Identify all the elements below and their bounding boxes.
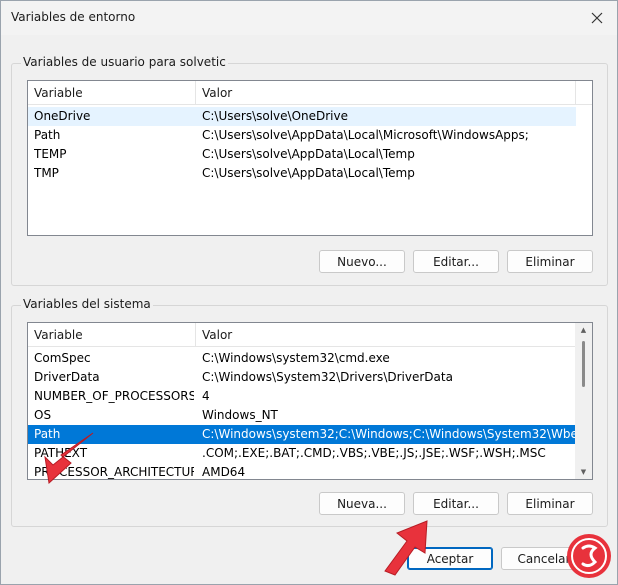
list-item[interactable]: PROCESSOR_ARCHITECTURE AMD64 bbox=[28, 463, 576, 479]
variable-name: NUMBER_OF_PROCESSORS bbox=[34, 389, 194, 403]
column-header-variable[interactable]: Variable bbox=[28, 81, 196, 105]
close-icon bbox=[591, 12, 603, 24]
user-delete-button[interactable]: Eliminar bbox=[507, 250, 593, 273]
list-item-selected[interactable]: Path C:\Windows\system32;C:\Windows;C:\W… bbox=[28, 425, 582, 444]
list-item[interactable]: OS Windows_NT bbox=[28, 406, 576, 425]
variable-value: Windows_NT bbox=[202, 408, 278, 422]
user-variables-group: Variables de usuario para solvetic Varia… bbox=[11, 55, 608, 286]
column-header-value[interactable]: Valor bbox=[196, 323, 576, 347]
list-item[interactable]: ComSpec C:\Windows\system32\cmd.exe bbox=[28, 349, 576, 368]
user-edit-button[interactable]: Editar... bbox=[413, 250, 499, 273]
chevron-up-icon[interactable]: ▲ bbox=[575, 323, 592, 337]
variable-value: C:\Users\solve\AppData\Local\Temp bbox=[202, 147, 415, 161]
variable-value: C:\Users\solve\OneDrive bbox=[202, 109, 348, 123]
title-bar: Variables de entorno bbox=[1, 1, 617, 35]
variable-name: Path bbox=[34, 427, 61, 441]
column-header-variable[interactable]: Variable bbox=[28, 323, 196, 347]
close-button[interactable] bbox=[577, 1, 617, 35]
variable-name: OS bbox=[34, 408, 52, 422]
user-new-button[interactable]: Nuevo... bbox=[319, 250, 405, 273]
variable-value: C:\Windows\System32\Drivers\DriverData bbox=[202, 370, 453, 384]
variable-name: OneDrive bbox=[34, 109, 91, 123]
system-new-button[interactable]: Nueva... bbox=[319, 492, 405, 515]
list-item[interactable]: NUMBER_OF_PROCESSORS 4 bbox=[28, 387, 576, 406]
variable-name: TMP bbox=[34, 166, 59, 180]
list-item[interactable]: TMP C:\Users\solve\AppData\Local\Temp bbox=[28, 164, 576, 183]
ok-button[interactable]: Aceptar bbox=[407, 547, 493, 570]
variable-value: C:\Windows\system32;C:\Windows;C:\Window… bbox=[202, 427, 582, 441]
variable-value: AMD64 bbox=[202, 465, 246, 479]
system-variables-list[interactable]: Variable Valor ComSpec C:\Windows\system… bbox=[27, 322, 593, 480]
variable-name: DriverData bbox=[34, 370, 100, 384]
column-header-value[interactable]: Valor bbox=[196, 81, 576, 105]
list-item[interactable]: PATHEXT .COM;.EXE;.BAT;.CMD;.VBS;.VBE;.J… bbox=[28, 444, 576, 463]
variable-name: PROCESSOR_ARCHITECTURE bbox=[34, 465, 194, 479]
variable-name: ComSpec bbox=[34, 351, 91, 365]
variable-name: TEMP bbox=[34, 147, 67, 161]
list-item[interactable]: DriverData C:\Windows\System32\Drivers\D… bbox=[28, 368, 576, 387]
system-variables-group-title: Variables del sistema bbox=[21, 297, 153, 311]
variable-value: C:\Users\solve\AppData\Local\Microsoft\W… bbox=[202, 128, 529, 142]
vertical-scrollbar[interactable]: ▲ ▼ bbox=[575, 323, 592, 479]
user-variables-list-header: Variable Valor bbox=[28, 81, 592, 105]
variable-name: PATHEXT bbox=[34, 446, 88, 460]
list-item[interactable]: OneDrive C:\Users\solve\OneDrive bbox=[28, 107, 576, 126]
list-item[interactable]: Path C:\Users\solve\AppData\Local\Micros… bbox=[28, 126, 576, 145]
solvetic-logo-icon bbox=[567, 534, 611, 578]
system-edit-button[interactable]: Editar... bbox=[413, 492, 499, 515]
variable-value: C:\Users\solve\AppData\Local\Temp bbox=[202, 166, 415, 180]
list-item[interactable]: TEMP C:\Users\solve\AppData\Local\Temp bbox=[28, 145, 576, 164]
variable-value: 4 bbox=[202, 389, 210, 403]
scrollbar-thumb[interactable] bbox=[582, 341, 585, 387]
window-title: Variables de entorno bbox=[11, 10, 136, 24]
chevron-down-icon[interactable]: ▼ bbox=[575, 465, 592, 479]
user-variables-group-title: Variables de usuario para solvetic bbox=[21, 55, 228, 69]
variable-value: .COM;.EXE;.BAT;.CMD;.VBS;.VBE;.JS;.JSE;.… bbox=[202, 446, 546, 460]
environment-variables-dialog: Variables de entorno Variables de usuari… bbox=[0, 0, 618, 585]
system-variables-group: Variables del sistema Variable Valor Com… bbox=[11, 297, 608, 527]
variable-value: C:\Windows\system32\cmd.exe bbox=[202, 351, 390, 365]
user-variables-list[interactable]: Variable Valor OneDrive C:\Users\solve\O… bbox=[27, 80, 593, 236]
system-variables-list-header: Variable Valor bbox=[28, 323, 592, 347]
system-delete-button[interactable]: Eliminar bbox=[507, 492, 593, 515]
variable-name: Path bbox=[34, 128, 61, 142]
